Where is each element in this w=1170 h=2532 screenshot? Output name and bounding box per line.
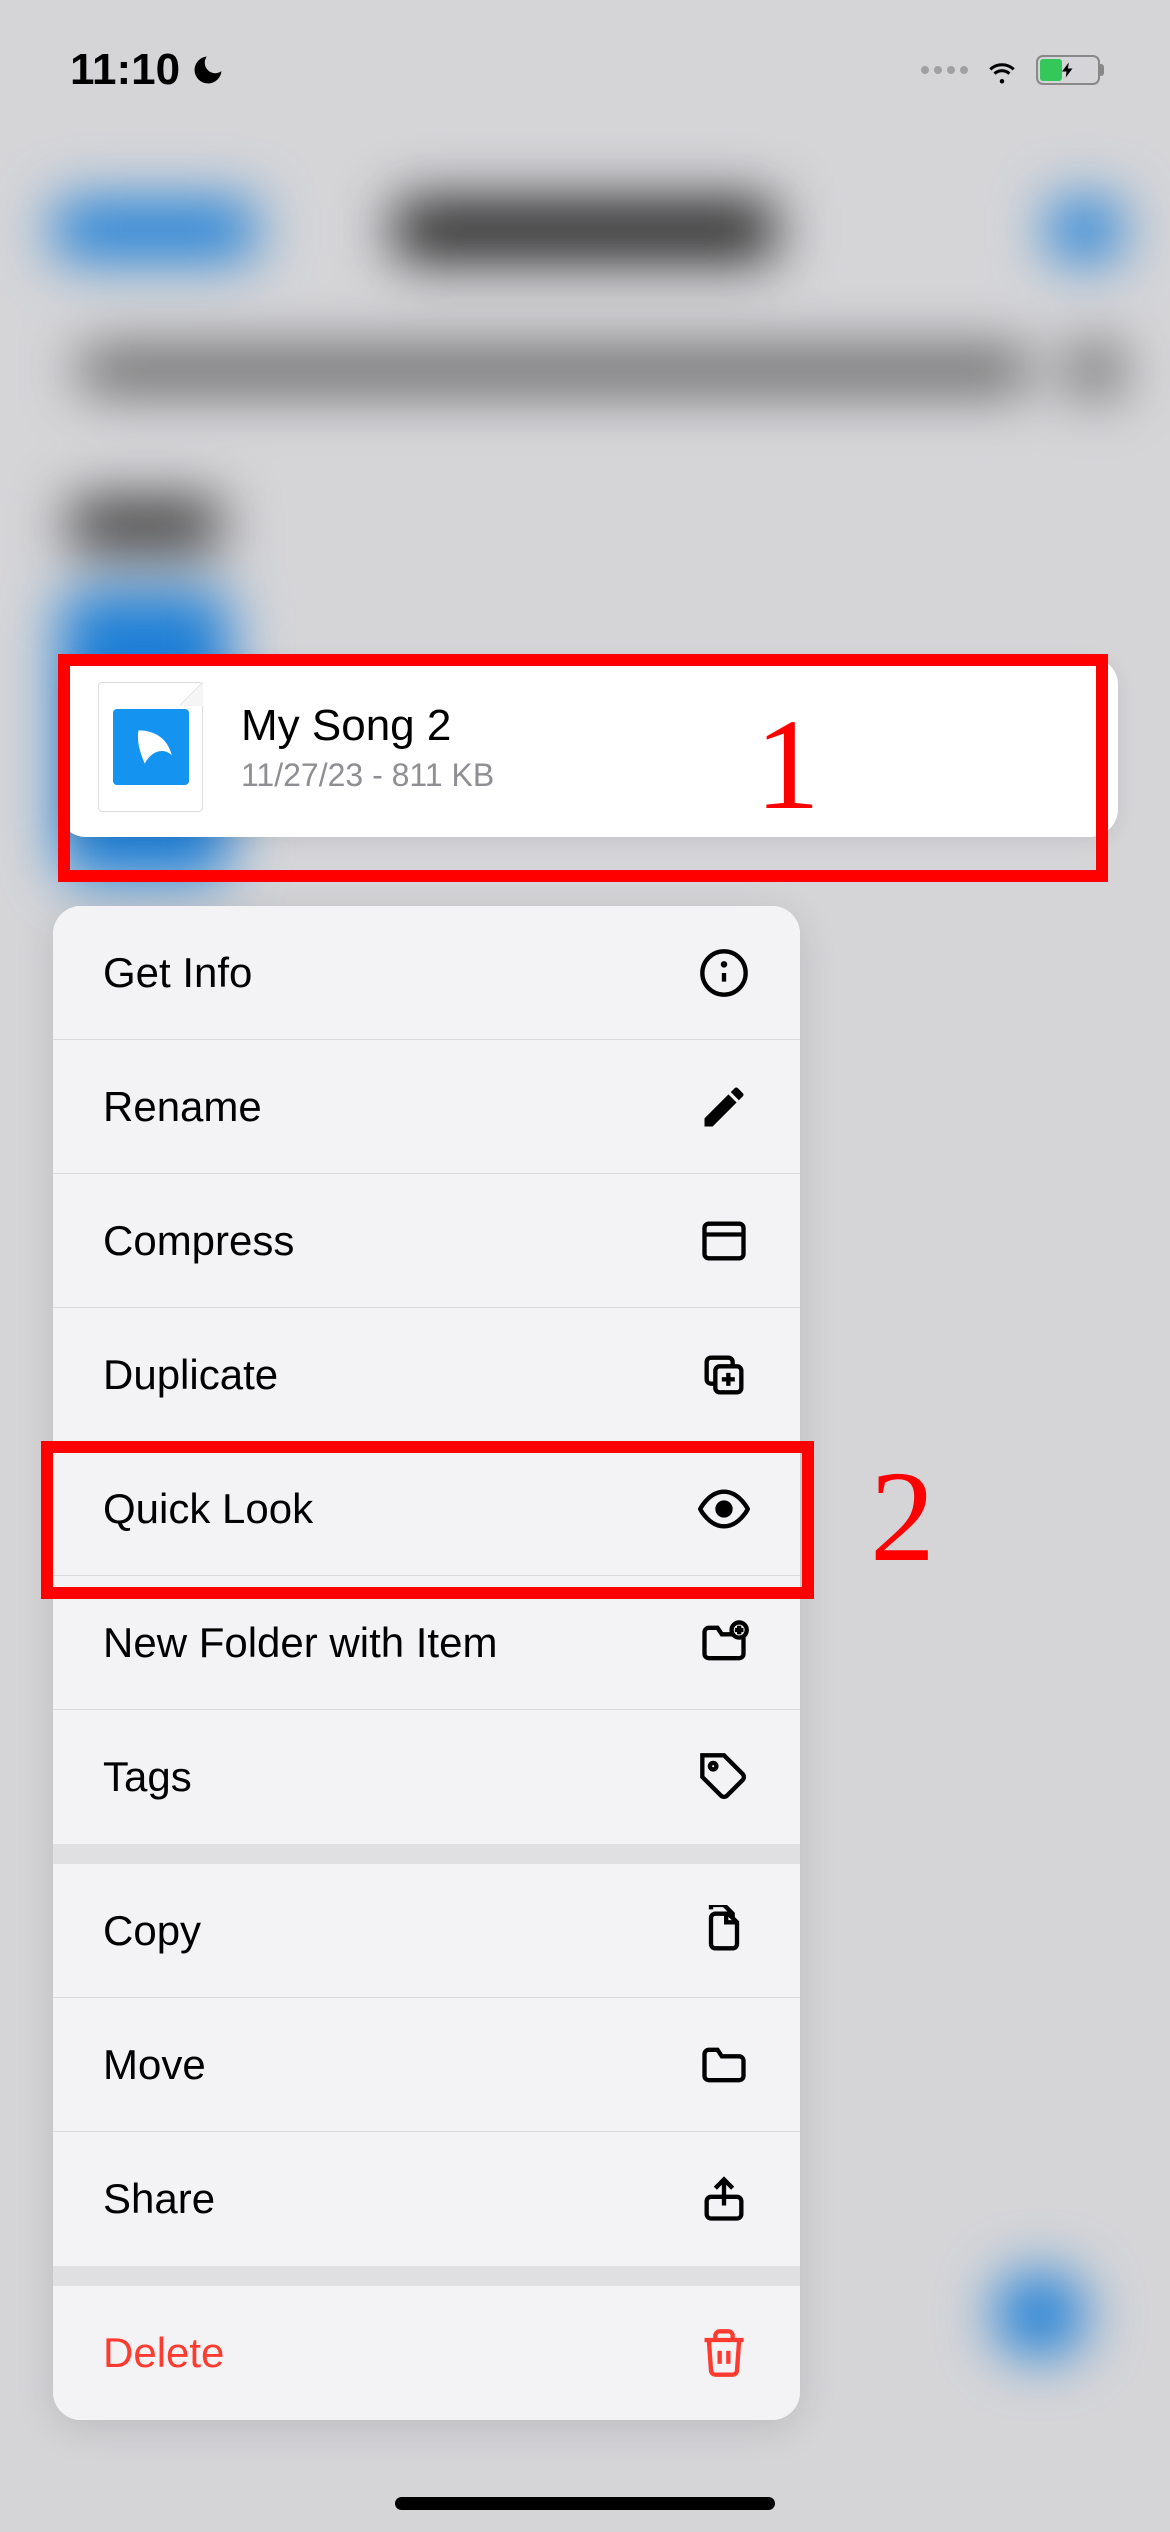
file-thumbnail xyxy=(98,682,203,812)
folder-icon xyxy=(698,2039,750,2091)
menu-item-tags[interactable]: Tags xyxy=(53,1710,800,1844)
menu-item-get-info[interactable]: Get Info xyxy=(53,906,800,1040)
share-icon xyxy=(698,2173,750,2225)
home-indicator xyxy=(395,2497,775,2510)
info-icon xyxy=(698,947,750,999)
do-not-disturb-icon xyxy=(190,52,226,88)
menu-item-compress[interactable]: Compress xyxy=(53,1174,800,1308)
menu-label: Get Info xyxy=(103,949,252,997)
archive-icon xyxy=(698,1215,750,1267)
eye-icon xyxy=(698,1483,750,1535)
menu-item-new-folder[interactable]: New Folder with Item xyxy=(53,1576,800,1710)
selected-file-card[interactable]: My Song 2 11/27/23 - 811 KB xyxy=(58,657,1118,837)
menu-item-rename[interactable]: Rename xyxy=(53,1040,800,1174)
menu-item-copy[interactable]: Copy xyxy=(53,1864,800,1998)
duplicate-icon xyxy=(698,1349,750,1401)
tag-icon xyxy=(698,1751,750,1803)
menu-item-duplicate[interactable]: Duplicate xyxy=(53,1308,800,1442)
status-time: 11:10 xyxy=(70,45,180,95)
menu-item-move[interactable]: Move xyxy=(53,1998,800,2132)
menu-label: Move xyxy=(103,2041,206,2089)
menu-label: Copy xyxy=(103,1907,201,1955)
menu-item-delete[interactable]: Delete xyxy=(53,2286,800,2420)
menu-label: Tags xyxy=(103,1753,192,1801)
file-name: My Song 2 xyxy=(241,701,494,751)
menu-item-share[interactable]: Share xyxy=(53,2132,800,2266)
folder-plus-icon xyxy=(698,1617,750,1669)
annotation-number-1: 1 xyxy=(755,690,820,840)
cellular-signal-icon xyxy=(921,66,968,74)
wifi-icon xyxy=(982,52,1022,88)
trash-icon xyxy=(698,2327,750,2379)
pencil-icon xyxy=(698,1081,750,1133)
menu-label: Rename xyxy=(103,1083,262,1131)
copy-icon xyxy=(698,1905,750,1957)
menu-label: Share xyxy=(103,2175,215,2223)
status-bar: 11:10 xyxy=(0,0,1170,120)
battery-icon xyxy=(1036,55,1100,85)
menu-separator xyxy=(53,1844,800,1864)
annotation-number-2: 2 xyxy=(870,1442,935,1592)
menu-label: Delete xyxy=(103,2329,224,2377)
context-menu: Get Info Rename Compress xyxy=(53,906,800,2420)
menu-separator xyxy=(53,2266,800,2286)
file-metadata: 11/27/23 - 811 KB xyxy=(241,757,494,794)
menu-label: Compress xyxy=(103,1217,294,1265)
app-wing-icon xyxy=(113,709,189,785)
menu-label: New Folder with Item xyxy=(103,1619,497,1667)
menu-label: Duplicate xyxy=(103,1351,278,1399)
menu-item-quick-look[interactable]: Quick Look xyxy=(53,1442,800,1576)
menu-label: Quick Look xyxy=(103,1485,313,1533)
